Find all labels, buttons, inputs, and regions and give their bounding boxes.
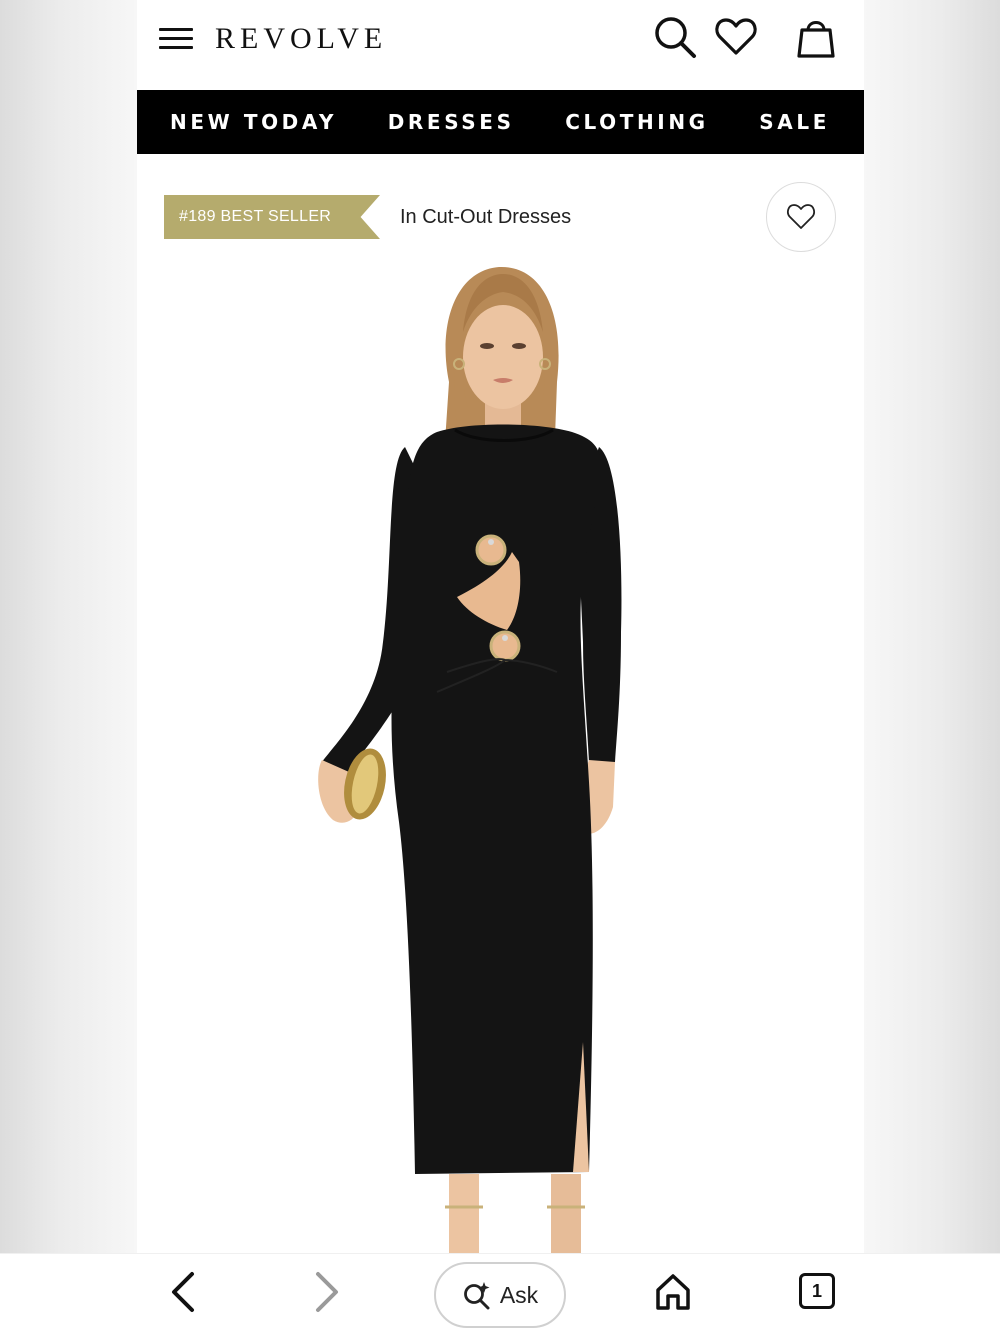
menu-icon[interactable] [159,28,193,50]
wishlist-heart-icon[interactable] [713,14,759,60]
site-header: REVOLVE [137,0,864,90]
shopping-bag-icon[interactable] [793,14,839,60]
product-image[interactable] [137,262,864,1253]
best-seller-badge: #189 BEST SELLER [164,195,380,239]
nav-clothing[interactable]: CLOTHING [565,110,709,134]
category-nav: NEW TODAY DRESSES CLOTHING SALE [137,90,864,154]
add-to-wishlist-button[interactable] [766,182,836,252]
search-icon[interactable] [652,14,698,60]
best-seller-category-link[interactable]: In Cut-Out Dresses [400,206,571,229]
home-icon[interactable] [654,1272,692,1317]
tabs-icon[interactable]: 1 [799,1273,835,1309]
back-arrow-icon[interactable] [166,1270,202,1319]
forward-arrow-icon[interactable] [308,1270,344,1319]
sparkle-search-icon [463,1282,490,1310]
nav-new-today[interactable]: NEW TODAY [170,110,337,134]
heart-icon [787,204,815,229]
product-page: REVOLVE NEW TODAY DRESSES CLOTHING SALE … [137,0,864,1253]
browser-bottom-bar: Ask 1 [0,1253,1000,1333]
site-logo[interactable]: REVOLVE [215,22,387,56]
tab-count: 1 [811,1280,822,1301]
ask-button[interactable]: Ask [434,1262,566,1328]
ask-label: Ask [499,1281,539,1308]
nav-dresses[interactable]: DRESSES [388,110,515,134]
nav-sale[interactable]: SALE [759,110,830,134]
